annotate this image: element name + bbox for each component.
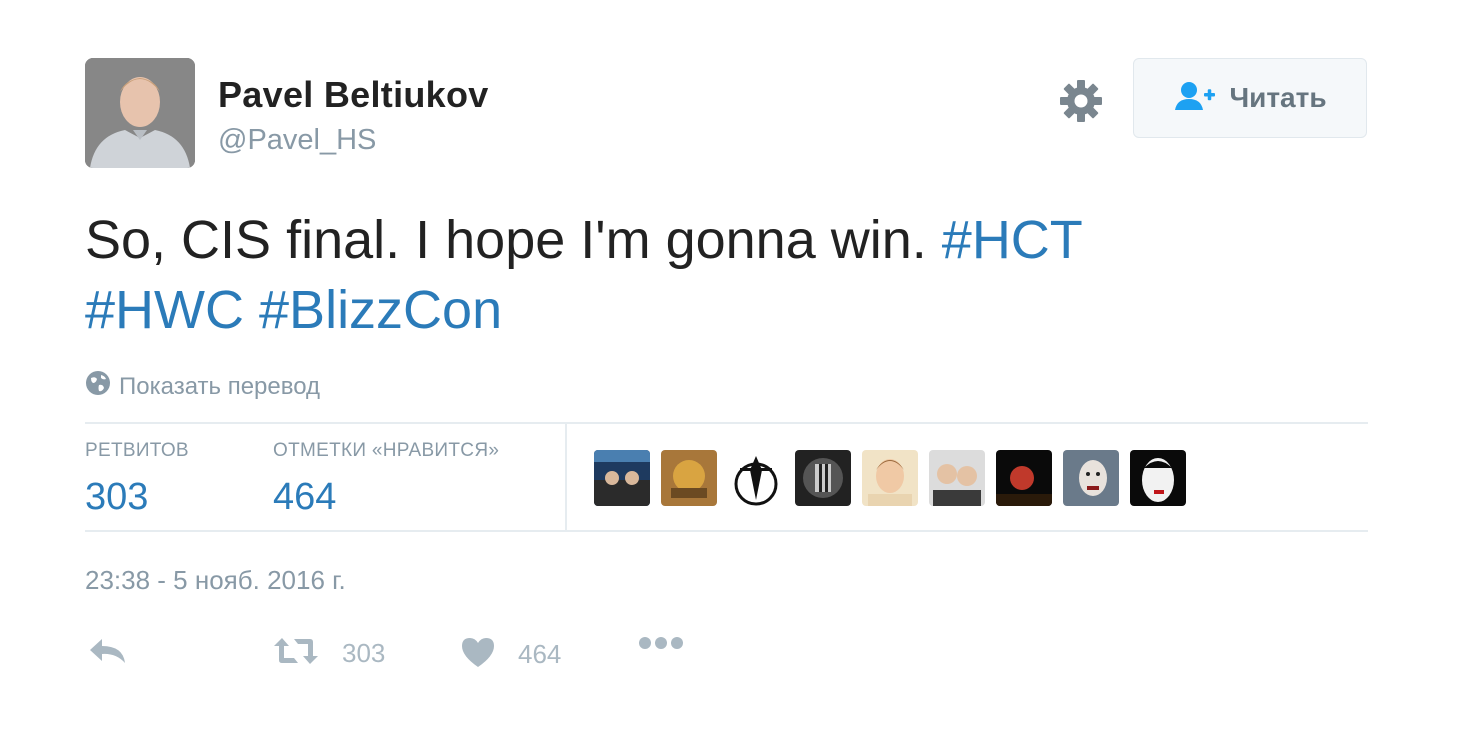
hashtag-link[interactable]: #BlizzCon (259, 280, 502, 340)
tweet-timestamp[interactable]: 23:38 - 5 нояб. 2016 г. (85, 565, 346, 596)
gear-icon[interactable] (1058, 78, 1104, 124)
liker-avatar[interactable] (594, 450, 650, 506)
author-handle[interactable]: @Pavel_HS (218, 124, 376, 157)
hashtag-link[interactable]: #HCT (942, 210, 1083, 270)
show-translation-link[interactable]: Показать перевод (85, 370, 320, 403)
hashtag-link[interactable]: #HWC (85, 280, 244, 340)
liker-avatar[interactable] (661, 450, 717, 506)
liker-avatar[interactable] (795, 450, 851, 506)
follow-button-label: Читать (1229, 82, 1327, 113)
more-dots-icon (638, 636, 684, 655)
liker-avatar[interactable] (728, 450, 784, 506)
divider (85, 422, 1368, 424)
liker-avatar[interactable] (1130, 450, 1186, 506)
reply-icon (88, 636, 128, 671)
divider (85, 530, 1368, 532)
likes-stat[interactable]: ОТМЕТКИ «НРАВИТСЯ» 464 (273, 440, 499, 519)
like-button[interactable]: 464 (460, 636, 561, 673)
tweet-text: So, CIS final. I hope I'm gonna win. #HC… (85, 205, 1285, 345)
follow-button[interactable]: Читать (1133, 58, 1367, 138)
show-translation-label: Показать перевод (119, 372, 321, 400)
liker-avatar[interactable] (862, 450, 918, 506)
reply-button[interactable] (88, 636, 128, 671)
retweets-stat-label: РЕТВИТОВ (85, 440, 189, 461)
author-avatar[interactable] (85, 58, 195, 168)
retweet-button[interactable]: 303 (272, 636, 385, 671)
more-options-button[interactable] (638, 636, 684, 655)
stats-divider (565, 424, 567, 530)
globe-icon (85, 370, 111, 403)
retweet-icon (272, 636, 320, 671)
add-user-icon (1173, 80, 1217, 117)
heart-icon (460, 636, 496, 673)
retweets-stat-value: 303 (85, 476, 149, 518)
liker-avatar[interactable] (996, 450, 1052, 506)
liker-avatars (594, 450, 1186, 506)
like-count: 464 (518, 639, 562, 669)
tweet-text-main: So, CIS final. I hope I'm gonna win. (85, 210, 942, 270)
likes-stat-label: ОТМЕТКИ «НРАВИТСЯ» (273, 440, 500, 461)
likes-stat-value: 464 (273, 476, 337, 518)
retweet-count: 303 (342, 638, 386, 668)
liker-avatar[interactable] (929, 450, 985, 506)
retweets-stat[interactable]: РЕТВИТОВ 303 (85, 440, 189, 519)
author-display-name[interactable]: Pavel Beltiukov (218, 74, 489, 116)
liker-avatar[interactable] (1063, 450, 1119, 506)
